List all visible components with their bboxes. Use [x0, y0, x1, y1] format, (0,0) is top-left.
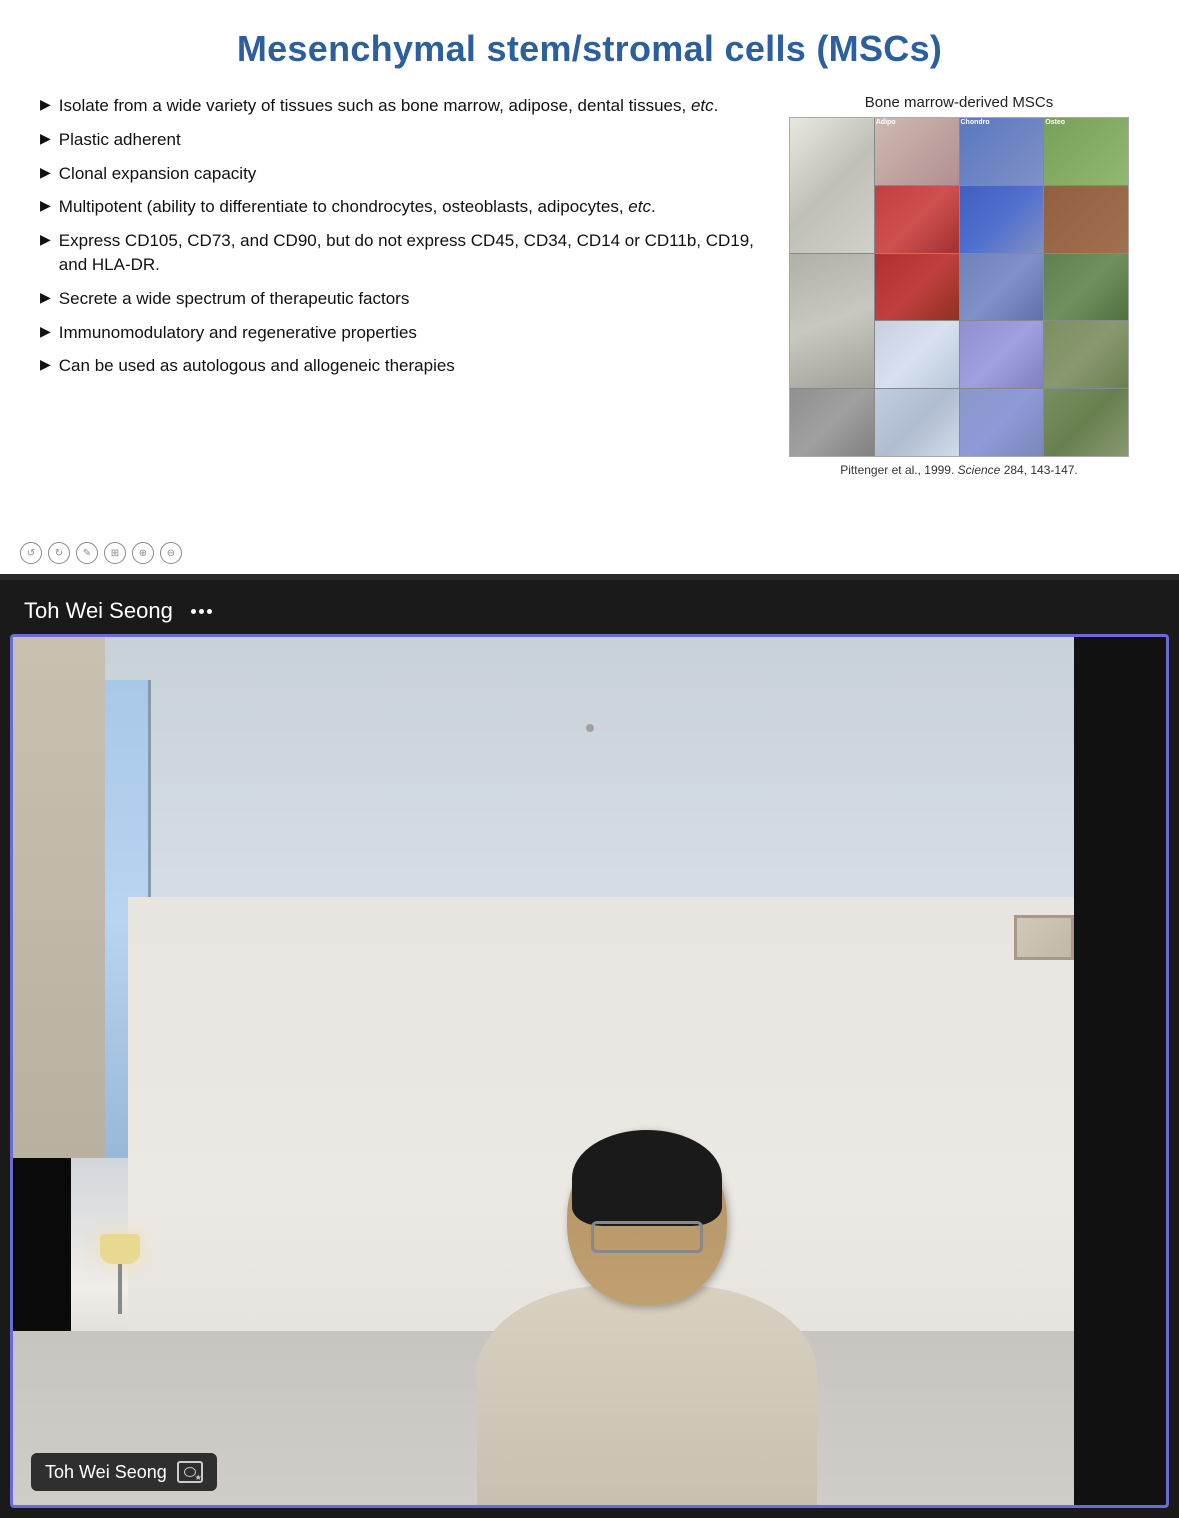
grid-cell: [960, 321, 1044, 388]
image-panel: Bone marrow-derived MSCs Adipo Chondro O…: [779, 94, 1139, 477]
grid-cell: [875, 389, 959, 456]
bullet-arrow: ▶: [40, 196, 51, 216]
bullet-text: Can be used as autologous and allogeneic…: [59, 354, 759, 378]
video-container: Toh Wei Seong: [10, 634, 1169, 1508]
slide-area: Mesenchymal stem/stromal cells (MSCs) ▶ …: [0, 0, 1179, 580]
dot: [191, 609, 196, 614]
grid-cell: [1044, 254, 1128, 321]
video-header: Toh Wei Seong: [0, 580, 1179, 634]
room-lamp: [105, 1234, 135, 1314]
bullet-text: Immunomodulatory and regenerative proper…: [59, 321, 759, 345]
bullet-arrow: ▶: [40, 322, 51, 342]
person-shoulders: [477, 1285, 817, 1505]
grid-cell: [790, 118, 874, 253]
bullet-text: Multipotent (ability to differentiate to…: [59, 195, 759, 219]
control-zoom-out-button[interactable]: ⊖: [160, 542, 182, 564]
pin-icon[interactable]: [177, 1461, 203, 1483]
grid-cell: [790, 254, 874, 389]
bullet-list: ▶ Isolate from a wide variety of tissues…: [40, 94, 759, 477]
bullet-arrow: ▶: [40, 288, 51, 308]
grid-cell: Adipo: [875, 118, 959, 185]
control-edit-button[interactable]: ✎: [76, 542, 98, 564]
grid-cell: [875, 254, 959, 321]
control-grid-button[interactable]: ⊞: [104, 542, 126, 564]
room-curtain: [13, 637, 105, 1158]
bullet-arrow: ▶: [40, 129, 51, 149]
grid-cell: [790, 389, 874, 456]
bullet-arrow: ▶: [40, 230, 51, 250]
dot: [207, 609, 212, 614]
bullet-arrow: ▶: [40, 163, 51, 183]
video-background: Toh Wei Seong: [13, 637, 1166, 1505]
list-item: ▶ Secrete a wide spectrum of therapeutic…: [40, 287, 759, 311]
grid-cell: [1044, 186, 1128, 253]
grid-cell: [1044, 321, 1128, 388]
lamp-pole: [118, 1264, 122, 1314]
overlay-presenter-name: Toh Wei Seong: [45, 1462, 167, 1483]
control-zoom-in-button[interactable]: ⊕: [132, 542, 154, 564]
control-forward-button[interactable]: ↻: [48, 542, 70, 564]
more-options-button[interactable]: [185, 605, 218, 618]
bullet-arrow: ▶: [40, 95, 51, 115]
dot: [199, 609, 204, 614]
bullet-text: Isolate from a wide variety of tissues s…: [59, 94, 759, 118]
room-art: [1014, 915, 1074, 960]
image-grid: Adipo Chondro Osteo: [789, 117, 1129, 457]
bullet-text: Clonal expansion capacity: [59, 162, 759, 186]
video-section: Toh Wei Seong: [0, 580, 1179, 1518]
grid-cell: Osteo: [1044, 118, 1128, 185]
list-item: ▶ Immunomodulatory and regenerative prop…: [40, 321, 759, 345]
image-label: Bone marrow-derived MSCs: [865, 94, 1053, 111]
bullet-arrow: ▶: [40, 355, 51, 375]
person-shirt: [379, 700, 916, 1505]
slide-body: ▶ Isolate from a wide variety of tissues…: [40, 94, 1139, 477]
microscopy-grid: Adipo Chondro Osteo: [790, 118, 1128, 456]
bullet-text: Plastic adherent: [59, 128, 759, 152]
grid-cell: [1044, 389, 1128, 456]
grid-cell: [960, 254, 1044, 321]
grid-cell: [960, 389, 1044, 456]
list-item: ▶ Express CD105, CD73, and CD90, but do …: [40, 229, 759, 277]
list-item: ▶ Isolate from a wide variety of tissues…: [40, 94, 759, 118]
control-back-button[interactable]: ↺: [20, 542, 42, 564]
presenter-figure: [359, 680, 936, 1505]
side-panel-right: [1074, 637, 1166, 1505]
grid-cell: Chondro: [960, 118, 1044, 185]
list-item: ▶ Can be used as autologous and allogene…: [40, 354, 759, 378]
list-item: ▶ Multipotent (ability to differentiate …: [40, 195, 759, 219]
bullet-text: Secrete a wide spectrum of therapeutic f…: [59, 287, 759, 311]
image-citation: Pittenger et al., 1999. Science 284, 143…: [840, 463, 1078, 477]
name-overlay: Toh Wei Seong: [31, 1453, 217, 1491]
grid-cell: [875, 321, 959, 388]
grid-cell: [875, 186, 959, 253]
presenter-name: Toh Wei Seong: [24, 598, 173, 624]
grid-cell: [960, 186, 1044, 253]
slide-title: Mesenchymal stem/stromal cells (MSCs): [40, 28, 1139, 70]
controls-bar[interactable]: ↺ ↻ ✎ ⊞ ⊕ ⊖: [20, 542, 182, 564]
slide-content: Mesenchymal stem/stromal cells (MSCs) ▶ …: [0, 0, 1179, 574]
lamp-shade: [100, 1234, 140, 1264]
bullet-text: Express CD105, CD73, and CD90, but do no…: [59, 229, 759, 277]
list-item: ▶ Plastic adherent: [40, 128, 759, 152]
list-item: ▶ Clonal expansion capacity: [40, 162, 759, 186]
